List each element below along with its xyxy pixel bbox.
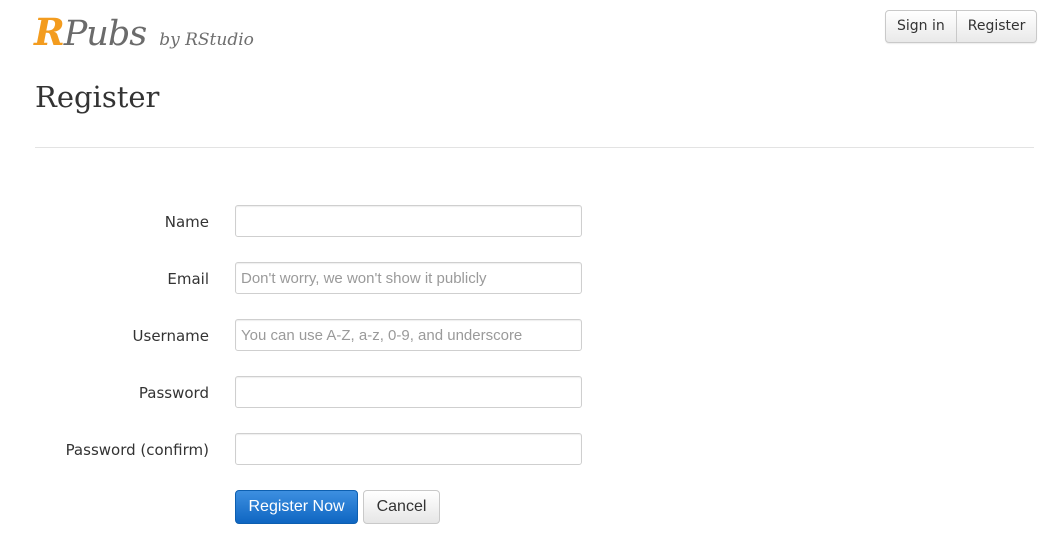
form-row-password-confirm: Password (confirm) xyxy=(0,433,600,467)
username-label: Username xyxy=(132,327,209,345)
auth-button-group: Sign in Register xyxy=(885,10,1038,43)
password-confirm-input[interactable] xyxy=(235,433,582,465)
logo-byline: by RStudio xyxy=(159,30,254,50)
email-input[interactable] xyxy=(235,262,582,294)
title-divider xyxy=(35,147,1034,148)
name-label: Name xyxy=(164,213,209,231)
page-title: Register xyxy=(35,80,160,114)
register-now-button[interactable]: Register Now xyxy=(235,490,358,524)
password-input[interactable] xyxy=(235,376,582,408)
form-row-email: Email xyxy=(0,262,600,296)
rpubs-logo[interactable]: R Pubs by RStudio xyxy=(34,10,254,54)
password-label: Password xyxy=(138,384,209,402)
email-label: Email xyxy=(167,270,209,288)
cancel-button[interactable]: Cancel xyxy=(363,490,440,524)
name-input[interactable] xyxy=(235,205,582,237)
logo-pubs-text: Pubs xyxy=(63,14,147,54)
register-button[interactable]: Register xyxy=(955,11,1037,42)
form-row-password: Password xyxy=(0,376,600,410)
password-confirm-label: Password (confirm) xyxy=(65,441,209,459)
sign-in-button[interactable]: Sign in xyxy=(886,11,956,42)
form-row-username: Username xyxy=(0,319,600,353)
username-input[interactable] xyxy=(235,319,582,351)
logo-r-letter: R xyxy=(34,10,65,54)
form-row-name: Name xyxy=(0,205,600,239)
